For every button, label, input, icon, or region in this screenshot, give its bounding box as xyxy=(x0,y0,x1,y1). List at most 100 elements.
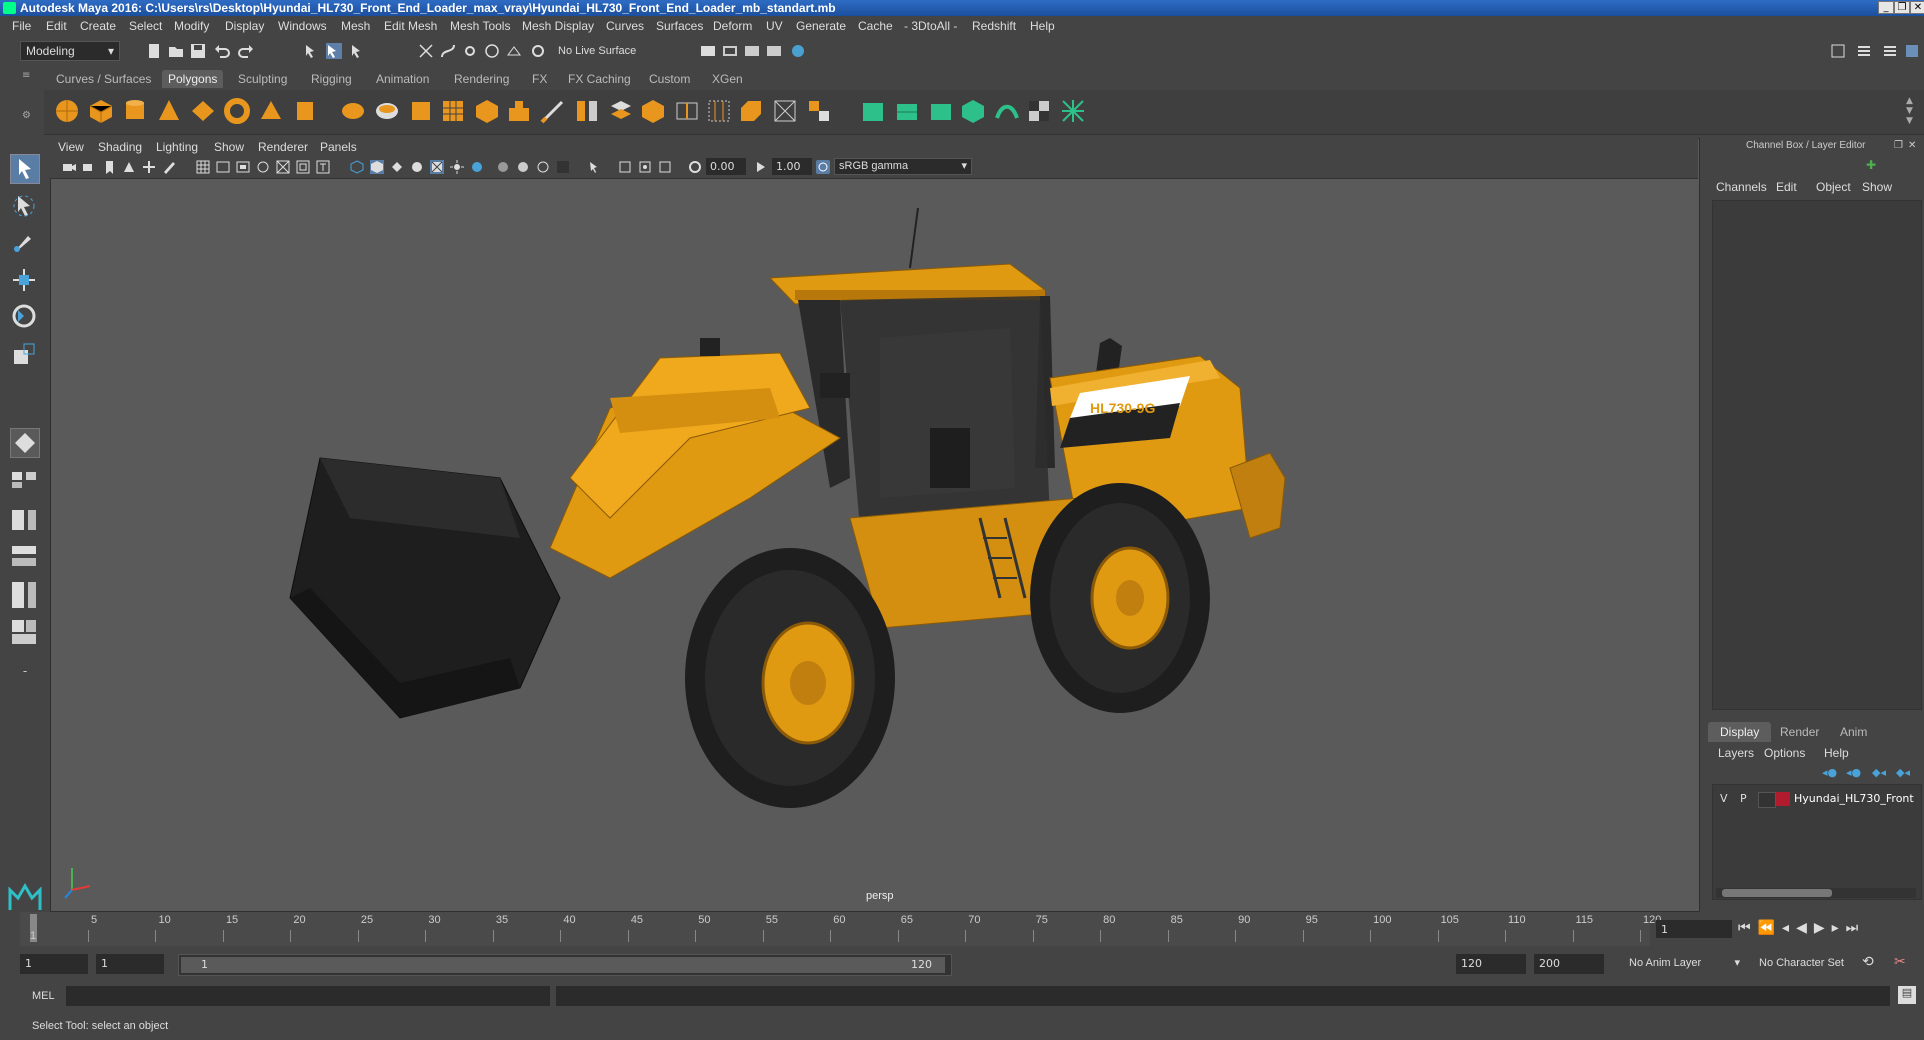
gear-icon[interactable]: ⚙ xyxy=(22,110,34,122)
snap-grid-icon[interactable] xyxy=(418,43,434,59)
hypershade-icon[interactable] xyxy=(790,43,806,59)
render-view-icon[interactable] xyxy=(766,43,782,59)
viewport-menu-panels[interactable]: Panels xyxy=(320,140,357,154)
tab-curves-surfaces[interactable]: Curves / Surfaces xyxy=(50,70,157,88)
field-chart-icon[interactable] xyxy=(276,160,290,174)
average-vertices-icon[interactable] xyxy=(474,98,500,124)
toolbox-more-icon[interactable]: - xyxy=(16,664,34,682)
gate-mask-icon[interactable] xyxy=(256,160,270,174)
menu-uv[interactable]: UV xyxy=(766,19,783,33)
edit-menu[interactable]: Edit xyxy=(1776,180,1797,194)
default-material-icon[interactable] xyxy=(390,160,404,174)
fill-hole-icon[interactable] xyxy=(640,98,666,124)
layer-visibility-toggle[interactable]: V xyxy=(1720,792,1728,805)
ipr-render-icon[interactable] xyxy=(744,43,760,59)
move-tool-icon[interactable] xyxy=(10,266,38,294)
resolution-gate-icon[interactable] xyxy=(236,160,250,174)
poly-plane-icon[interactable] xyxy=(190,98,216,124)
attribute-editor-icon[interactable] xyxy=(1856,43,1872,59)
go-to-end-icon[interactable]: ⏭ xyxy=(1846,920,1866,936)
use-all-lights-icon[interactable] xyxy=(450,160,464,174)
close-button[interactable]: ✕ xyxy=(1910,1,1924,14)
smooth-shading-icon[interactable] xyxy=(370,160,384,174)
poly-cube-icon[interactable] xyxy=(88,98,114,124)
move-layer-down-icon[interactable]: ◂● xyxy=(1846,766,1861,779)
poly-cone-icon[interactable] xyxy=(156,98,182,124)
layer-playback-toggle[interactable]: P xyxy=(1740,792,1747,805)
loader-3d-model[interactable]: HL730-9G xyxy=(50,178,1698,910)
single-perspective-layout-icon[interactable] xyxy=(10,470,40,490)
bevel-icon[interactable] xyxy=(738,98,764,124)
maya-home-logo-icon[interactable] xyxy=(8,882,42,912)
undo-icon[interactable] xyxy=(214,43,230,59)
select-hierarchy-icon[interactable] xyxy=(304,43,320,59)
insert-edge-loop-icon[interactable] xyxy=(674,98,700,124)
scene-end-field[interactable]: 200 xyxy=(1534,954,1604,974)
tab-fx-caching[interactable]: FX Caching xyxy=(562,70,637,88)
auto-key-icon[interactable]: ⟲ xyxy=(1862,954,1874,970)
menu-cache[interactable]: Cache xyxy=(858,19,893,33)
film-gate-icon[interactable] xyxy=(216,160,230,174)
tab-sculpting[interactable]: Sculpting xyxy=(232,70,293,88)
minimize-button[interactable]: _ xyxy=(1878,1,1894,14)
poly-sphere-icon[interactable] xyxy=(54,98,80,124)
isolate-select-icon[interactable] xyxy=(588,160,602,174)
cluster-icon[interactable] xyxy=(928,98,954,124)
hypershade-layout-icon[interactable] xyxy=(10,618,40,648)
planar-mapping-icon[interactable] xyxy=(772,98,798,124)
tab-xgen[interactable]: XGen xyxy=(706,70,749,88)
menu-windows[interactable]: Windows xyxy=(278,19,327,33)
mode-dropdown[interactable]: Modeling ▾ xyxy=(20,41,120,61)
select-tool-icon[interactable] xyxy=(10,154,40,184)
layers-menu[interactable]: Layers xyxy=(1718,746,1754,760)
step-forward-frame-icon[interactable]: ▸ xyxy=(1832,920,1846,936)
go-to-start-icon[interactable]: ⏮ xyxy=(1738,920,1758,936)
display-layer-icon[interactable] xyxy=(860,98,886,124)
multisample-aa-icon[interactable] xyxy=(536,160,550,174)
two-panes-layout-icon[interactable] xyxy=(10,508,40,532)
wireframe-on-shaded-icon[interactable] xyxy=(410,160,424,174)
camera-attributes-icon[interactable] xyxy=(82,160,96,174)
channel-box-list[interactable] xyxy=(1712,200,1922,710)
menu-modify[interactable]: Modify xyxy=(174,19,209,33)
poly-pyramid-icon[interactable] xyxy=(258,98,284,124)
safe-title-icon[interactable] xyxy=(316,160,330,174)
viewport-menu-renderer[interactable]: Renderer xyxy=(258,140,308,154)
motion-blur-icon[interactable] xyxy=(516,160,530,174)
snap-curve-icon[interactable] xyxy=(440,43,456,59)
color-space-dropdown[interactable]: sRGB gamma ▾ xyxy=(834,158,972,175)
shelf-menu-icon[interactable]: ≡ xyxy=(22,70,34,88)
menu-generate[interactable]: Generate xyxy=(796,19,846,33)
current-frame-field[interactable]: 1 xyxy=(1656,920,1732,938)
offset-edge-loop-icon[interactable] xyxy=(706,98,732,124)
wireframe-toggle-icon[interactable] xyxy=(1060,98,1086,124)
playback-start-field[interactable]: 1 xyxy=(96,954,164,974)
menu-surfaces[interactable]: Surfaces xyxy=(656,19,703,33)
playback-end-field[interactable]: 120 xyxy=(1456,954,1526,974)
layer-display-type[interactable] xyxy=(1758,792,1776,808)
snap-surface-icon[interactable] xyxy=(506,43,522,59)
extract-icon[interactable] xyxy=(408,98,434,124)
combine-icon[interactable] xyxy=(340,98,366,124)
screen-space-ao-icon[interactable] xyxy=(496,160,510,174)
render-frame-icon[interactable] xyxy=(722,43,738,59)
xray-icon[interactable] xyxy=(618,160,632,174)
tab-display[interactable]: Display xyxy=(1708,722,1772,742)
menu-edit-mesh[interactable]: Edit Mesh xyxy=(384,19,437,33)
maximize-button[interactable]: ❐ xyxy=(1894,1,1910,14)
gamma-icon[interactable] xyxy=(754,160,768,174)
xray-joints-icon[interactable] xyxy=(638,160,652,174)
new-layer-icon[interactable]: ◆◂ xyxy=(1896,766,1910,779)
range-slider[interactable]: 1 120 xyxy=(178,954,952,976)
save-scene-icon[interactable] xyxy=(190,43,206,59)
checker-icon[interactable] xyxy=(1026,98,1052,124)
layer-row[interactable]: V P Hyundai_HL730_Front xyxy=(1714,790,1918,808)
select-camera-icon[interactable] xyxy=(62,160,76,174)
tab-rigging[interactable]: Rigging xyxy=(305,70,358,88)
tab-animation[interactable]: Animation xyxy=(370,70,435,88)
render-settings-icon[interactable] xyxy=(700,43,716,59)
menu-mesh-display[interactable]: Mesh Display xyxy=(522,19,594,33)
close-panel-icon[interactable]: ✕ xyxy=(1908,140,1916,151)
move-layer-up-icon[interactable]: ◂● xyxy=(1822,766,1837,779)
viewport-menu-lighting[interactable]: Lighting xyxy=(156,140,198,154)
